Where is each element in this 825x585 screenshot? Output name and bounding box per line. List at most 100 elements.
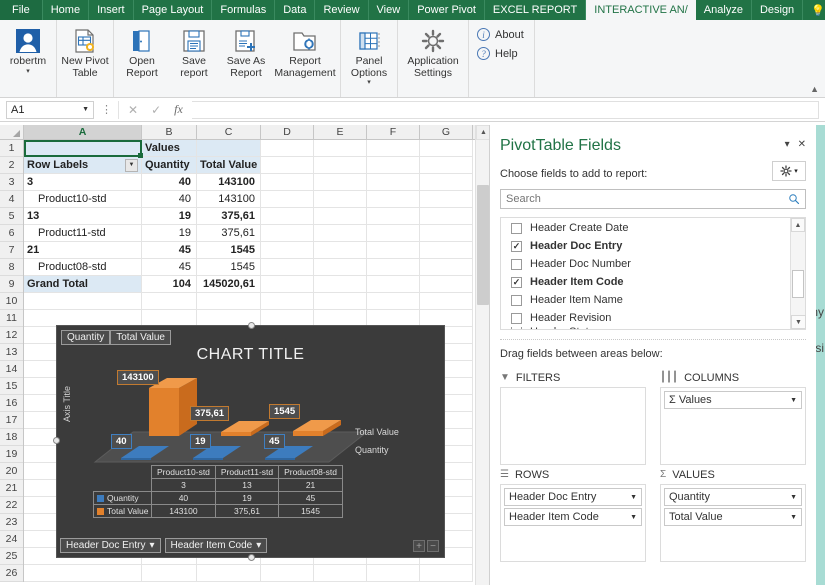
cell-g10[interactable]	[420, 293, 473, 310]
row-header[interactable]: 3	[0, 174, 23, 191]
cell-f8[interactable]	[367, 259, 420, 276]
cell-b1[interactable]: Values	[142, 140, 197, 157]
cell-e9[interactable]	[314, 276, 367, 293]
row-header[interactable]: 10	[0, 293, 23, 310]
cell-f5[interactable]	[367, 208, 420, 225]
search-input[interactable]	[506, 193, 788, 205]
cell-g8[interactable]	[420, 259, 473, 276]
field-list[interactable]: Header Create Date ✓ Header Doc Entry He…	[500, 217, 806, 330]
about-button[interactable]: i About	[477, 28, 524, 41]
row-header[interactable]: 17	[0, 412, 23, 429]
row-header[interactable]: 24	[0, 531, 23, 548]
cell-b5[interactable]: 19	[142, 208, 197, 225]
cell-f7[interactable]	[367, 242, 420, 259]
tab-file[interactable]: File	[0, 0, 43, 20]
cell-b9[interactable]: 104	[142, 276, 197, 293]
cell-d7[interactable]	[261, 242, 314, 259]
chart-resize-handle-bottom[interactable]	[248, 554, 255, 561]
column-header-b[interactable]: B	[142, 125, 197, 139]
tab-excel-report[interactable]: EXCEL REPORT	[485, 0, 586, 20]
tab-insert[interactable]: Insert	[89, 0, 134, 20]
help-button[interactable]: ? Help	[477, 47, 524, 60]
cancel-formula-icon[interactable]: ✕	[128, 103, 138, 117]
scrollbar-thumb[interactable]	[477, 185, 489, 305]
cell-b6[interactable]: 19	[142, 225, 197, 242]
cell-e26[interactable]	[314, 565, 367, 582]
cell-e6[interactable]	[314, 225, 367, 242]
cell-b7[interactable]: 45	[142, 242, 197, 259]
cell-a2[interactable]: Row Labels ▼	[24, 157, 142, 174]
cell-b2[interactable]: Quantity	[142, 157, 197, 174]
cell-c8[interactable]: 1545	[197, 259, 261, 276]
cell-g2[interactable]	[420, 157, 473, 174]
checkbox-icon[interactable]	[511, 259, 522, 270]
cell-c4[interactable]: 143100	[197, 191, 261, 208]
row-header[interactable]: 22	[0, 497, 23, 514]
cell-f1[interactable]	[367, 140, 420, 157]
tab-formulas[interactable]: Formulas	[212, 0, 275, 20]
field-list-scrollbar[interactable]: ▲ ▼	[790, 218, 805, 329]
checkbox-icon[interactable]	[511, 223, 522, 234]
row-header[interactable]: 14	[0, 361, 23, 378]
pill-quantity[interactable]: Quantity ▼	[664, 488, 802, 506]
cell-f2[interactable]	[367, 157, 420, 174]
row-header[interactable]: 25	[0, 548, 23, 565]
field-item-header-item-code[interactable]: ✓ Header Item Code	[501, 273, 790, 291]
cell-g7[interactable]	[420, 242, 473, 259]
column-header-e[interactable]: E	[314, 125, 367, 139]
cell-d5[interactable]	[261, 208, 314, 225]
cell-d8[interactable]	[261, 259, 314, 276]
chart-resize-handle-top[interactable]	[248, 322, 255, 329]
cell-f26[interactable]	[367, 565, 420, 582]
sheet-vertical-scrollbar[interactable]: ▲	[475, 125, 490, 585]
tab-review[interactable]: Review	[315, 0, 368, 20]
cell-a8[interactable]: Product08-std	[24, 259, 142, 276]
field-item-header-doc-entry[interactable]: ✓ Header Doc Entry	[501, 237, 790, 255]
cell-b26[interactable]	[142, 565, 197, 582]
cell-c6[interactable]: 375,61	[197, 225, 261, 242]
pivot-chart[interactable]: Quantity Total Value CHART TITLE Axis Ti…	[56, 325, 445, 558]
cell-b10[interactable]	[142, 293, 197, 310]
chevron-down-icon[interactable]: ▼	[630, 494, 637, 501]
checkbox-checked-icon[interactable]: ✓	[511, 277, 522, 288]
chart-field-button-header-doc-entry[interactable]: Header Doc Entry ▾	[60, 538, 161, 553]
cell-f3[interactable]	[367, 174, 420, 191]
row-header[interactable]: 20	[0, 463, 23, 480]
save-report-button[interactable]: Save report	[168, 20, 220, 97]
cell-b8[interactable]: 45	[142, 259, 197, 276]
cell-c7[interactable]: 1545	[197, 242, 261, 259]
row-header[interactable]: 2	[0, 157, 23, 174]
cell-a26[interactable]	[24, 565, 142, 582]
area-filters-dropzone[interactable]	[500, 387, 646, 465]
chevron-down-icon[interactable]: ▼	[790, 494, 797, 501]
cell-d10[interactable]	[261, 293, 314, 310]
field-item-header-item-name[interactable]: Header Item Name	[501, 291, 790, 309]
name-box[interactable]: A1 ▼	[6, 101, 94, 119]
cell-e1[interactable]	[314, 140, 367, 157]
chart-field-button-header-item-code[interactable]: Header Item Code ▾	[165, 538, 268, 553]
cell-a10[interactable]	[24, 293, 142, 310]
checkbox-checked-icon[interactable]: ✓	[511, 241, 522, 252]
cell-b4[interactable]: 40	[142, 191, 197, 208]
tab-interactive-analysis[interactable]: INTERACTIVE AN/	[586, 0, 696, 20]
open-report-button[interactable]: Open Report	[116, 20, 168, 97]
confirm-formula-icon[interactable]: ✓	[151, 103, 161, 117]
pill-values[interactable]: Σ Values ▼	[664, 391, 802, 409]
row-header[interactable]: 21	[0, 480, 23, 497]
field-item-header-create-date[interactable]: Header Create Date	[501, 219, 790, 237]
field-list-settings-button[interactable]: ▾	[772, 161, 806, 181]
collapse-field-button[interactable]: −	[427, 540, 439, 552]
cell-b3[interactable]: 40	[142, 174, 197, 191]
row-header[interactable]: 23	[0, 514, 23, 531]
expand-field-button[interactable]: +	[413, 540, 425, 552]
cell-e7[interactable]	[314, 242, 367, 259]
cell-a9[interactable]: Grand Total	[24, 276, 142, 293]
row-header[interactable]: 4	[0, 191, 23, 208]
field-item-header-status[interactable]: Header Status	[501, 327, 790, 329]
cell-e4[interactable]	[314, 191, 367, 208]
pane-options-chevron-icon[interactable]: ▾	[785, 139, 790, 150]
area-rows-dropzone[interactable]: Header Doc Entry ▼ Header Item Code ▼	[500, 484, 646, 562]
row-labels-filter-icon[interactable]: ▼	[125, 159, 138, 172]
row-header[interactable]: 8	[0, 259, 23, 276]
cell-e3[interactable]	[314, 174, 367, 191]
